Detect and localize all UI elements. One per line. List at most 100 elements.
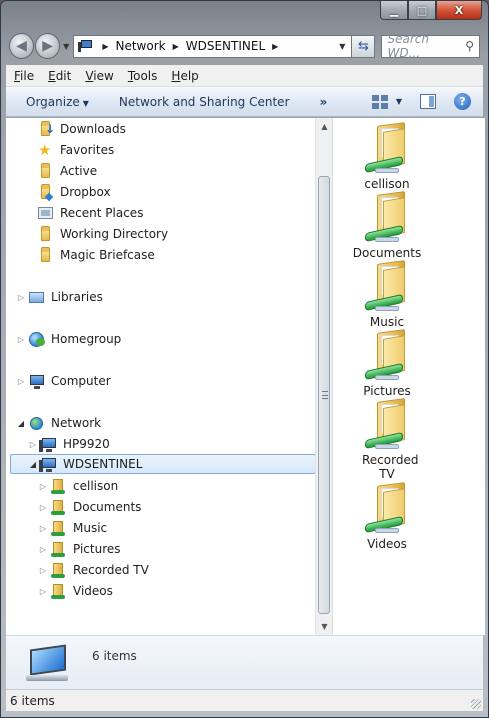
network-computer-icon — [39, 456, 57, 472]
scroll-down-arrow-icon[interactable]: ▼ — [316, 618, 332, 635]
maximize-button[interactable]: □ — [408, 1, 436, 20]
star-icon: ★ — [38, 141, 52, 159]
details-item-count: 6 items — [92, 648, 137, 663]
expand-arrow-icon[interactable]: ▷ — [38, 503, 48, 512]
forward-button[interactable]: ▶ — [35, 33, 61, 59]
share-item[interactable]: Pictures — [347, 329, 427, 398]
close-button[interactable]: X — [436, 1, 482, 20]
tree-item-dropbox[interactable]: Dropbox — [38, 182, 111, 202]
menu-file[interactable]: File — [14, 69, 34, 83]
tree-item-wdsentinel[interactable]: ◢ WDSENTINEL — [10, 454, 316, 474]
close-icon: X — [454, 3, 464, 17]
menu-help[interactable]: Help — [171, 69, 198, 83]
breadcrumb-separator[interactable]: ▶ — [173, 42, 179, 51]
share-item[interactable]: Music — [347, 260, 427, 329]
dropbox-folder-icon — [38, 184, 54, 200]
recent-pages-dropdown[interactable]: ▼ — [63, 42, 69, 51]
expand-arrow-icon[interactable]: ▷ — [16, 293, 26, 302]
item-label: Videos — [367, 537, 407, 551]
tree-label: Dropbox — [60, 185, 111, 199]
network-share-folder-icon — [363, 482, 411, 534]
expand-arrow-icon[interactable]: ▷ — [16, 335, 26, 344]
expand-arrow-icon[interactable]: ▷ — [38, 524, 48, 533]
help-icon[interactable]: ? — [454, 93, 471, 110]
tree-item-share[interactable]: ▷ Documents — [38, 497, 141, 517]
share-item[interactable]: Documents — [347, 191, 427, 260]
tree-item-recent-places[interactable]: Recent Places — [38, 203, 143, 223]
navigation-scrollbar[interactable]: ▲ ▼ — [315, 118, 332, 635]
tree-label: Recorded TV — [73, 563, 149, 577]
view-options-dropdown[interactable]: ▼ — [396, 97, 402, 106]
address-bar[interactable]: ▶ Network ▶ WDSENTINEL ▶ ▼ — [73, 34, 353, 58]
item-label: cellison — [364, 177, 410, 191]
tree-item-share[interactable]: ▷ Videos — [38, 581, 113, 601]
folder-icon — [38, 163, 54, 179]
scroll-thumb[interactable] — [318, 176, 330, 614]
collapse-arrow-icon[interactable]: ◢ — [16, 419, 26, 428]
breadcrumb-separator[interactable]: ▶ — [102, 42, 108, 51]
maximize-icon: □ — [416, 3, 428, 17]
navigation-pane: Downloads ★ Favorites Active Dropbox Rec… — [6, 118, 333, 635]
tree-item-computer[interactable]: ▷ Computer — [16, 371, 111, 391]
expand-arrow-icon[interactable]: ▷ — [38, 545, 48, 554]
expand-arrow-icon[interactable]: ▷ — [16, 377, 26, 386]
network-share-icon — [51, 478, 67, 494]
expand-arrow-icon[interactable]: ▷ — [28, 440, 38, 449]
menu-view-rest: iew — [93, 68, 114, 83]
menu-tools[interactable]: Tools — [128, 69, 158, 83]
minimize-button[interactable]: ▁ — [380, 1, 408, 20]
computer-icon — [29, 373, 45, 389]
tree-item-libraries[interactable]: ▷ Libraries — [16, 287, 103, 307]
share-item[interactable]: Recorded TV — [347, 398, 427, 481]
network-sharing-center-button[interactable]: Network and Sharing Center — [119, 95, 290, 109]
collapse-arrow-icon[interactable]: ◢ — [28, 460, 38, 469]
tree-item-favorites[interactable]: ★ Favorites — [38, 140, 114, 160]
tree-item-share[interactable]: ▷ Recorded TV — [38, 560, 149, 580]
tree-item-working-directory[interactable]: Working Directory — [38, 224, 168, 244]
tree-item-share[interactable]: ▷ Music — [38, 518, 107, 538]
tree-label: Working Directory — [60, 227, 169, 241]
breadcrumb-separator[interactable]: ▶ — [272, 42, 278, 51]
share-item[interactable]: cellison — [347, 122, 427, 191]
expand-arrow-icon[interactable]: ▷ — [38, 566, 48, 575]
tree-item-magic-briefcase[interactable]: Magic Briefcase — [38, 245, 155, 265]
tree-label: Magic Briefcase — [60, 248, 155, 262]
search-icon: ⚲ — [465, 39, 474, 53]
refresh-button[interactable]: ⇆ — [352, 34, 376, 58]
more-commands-button[interactable]: » — [320, 95, 328, 109]
organize-label: Organize — [26, 94, 80, 109]
network-share-icon — [51, 541, 67, 557]
view-controls: ▼ ? — [371, 93, 471, 110]
preview-pane-icon[interactable] — [420, 94, 436, 109]
change-view-icon[interactable] — [371, 94, 388, 109]
tree-label: WDSENTINEL — [63, 457, 143, 471]
organize-button[interactable]: Organize ▼ — [26, 95, 89, 109]
menu-view[interactable]: View — [85, 69, 113, 83]
menu-bar: File Edit View Tools Help — [6, 65, 483, 87]
search-input[interactable]: Search WD... ⚲ — [381, 32, 480, 60]
tree-item-downloads[interactable]: Downloads — [38, 119, 126, 139]
tree-label: Libraries — [51, 290, 103, 304]
tree-item-hp9920[interactable]: ▷ HP9920 — [28, 434, 110, 454]
scroll-up-arrow-icon[interactable]: ▲ — [316, 118, 332, 135]
share-item[interactable]: Videos — [347, 482, 427, 551]
address-row: ◀ ▶ ▼ ▶ Network ▶ WDSENTINEL ▶ ▼ ⇆ Searc… — [9, 31, 480, 61]
breadcrumb-network[interactable]: Network — [115, 39, 165, 53]
resize-grip-icon[interactable] — [471, 699, 481, 709]
breadcrumb-wdsentinel[interactable]: WDSENTINEL — [186, 39, 265, 53]
expand-arrow-icon[interactable]: ▷ — [38, 482, 48, 491]
downloads-folder-icon — [38, 121, 55, 137]
item-label: Music — [369, 315, 405, 329]
expand-arrow-icon[interactable]: ▷ — [38, 587, 48, 596]
address-dropdown[interactable]: ▼ — [339, 42, 345, 51]
tree-item-homegroup[interactable]: ▷ Homegroup — [16, 329, 121, 349]
menu-edit[interactable]: Edit — [48, 69, 71, 83]
network-share-icon — [51, 583, 67, 599]
tree-item-share[interactable]: ▷ cellison — [38, 476, 118, 496]
menu-edit-key: E — [48, 68, 56, 83]
tree-item-active[interactable]: Active — [38, 161, 97, 181]
back-arrow-icon: ◀ — [16, 38, 27, 54]
tree-item-share[interactable]: ▷ Pictures — [38, 539, 121, 559]
tree-item-network[interactable]: ◢ Network — [16, 413, 101, 433]
back-button[interactable]: ◀ — [9, 33, 35, 59]
